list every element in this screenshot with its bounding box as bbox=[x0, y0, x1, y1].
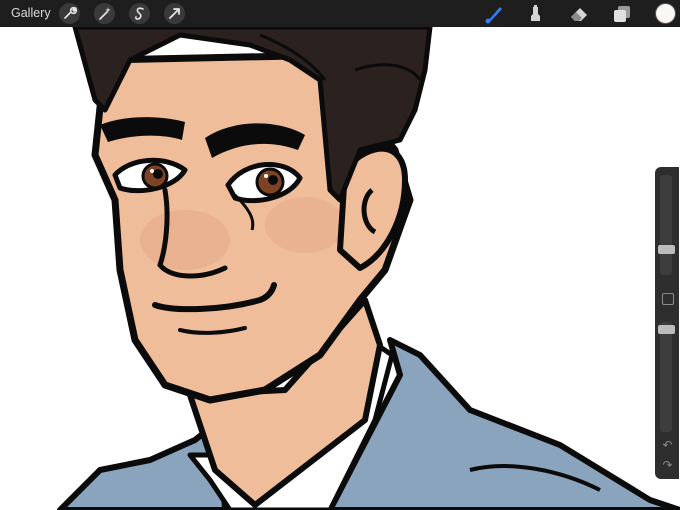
gallery-button[interactable]: Gallery bbox=[11, 6, 51, 20]
modify-button[interactable] bbox=[662, 293, 674, 305]
magic-wand-icon[interactable] bbox=[94, 3, 115, 24]
brush-size-handle[interactable] bbox=[658, 245, 675, 254]
blush-right bbox=[265, 197, 345, 253]
color-picker-button[interactable] bbox=[656, 4, 675, 23]
opacity-handle[interactable] bbox=[658, 325, 675, 334]
smudge-icon[interactable] bbox=[525, 3, 547, 25]
drawing-canvas[interactable] bbox=[0, 0, 680, 510]
wrench-icon[interactable] bbox=[59, 3, 80, 24]
sidebar: ↶ ↷ bbox=[655, 167, 679, 479]
top-toolbar: Gallery bbox=[0, 0, 680, 27]
transform-arrow-icon[interactable] bbox=[164, 3, 185, 24]
blush-left bbox=[140, 210, 230, 270]
brush-size-slider[interactable] bbox=[658, 175, 675, 275]
redo-icon[interactable]: ↷ bbox=[661, 459, 674, 472]
brush-icon[interactable] bbox=[483, 3, 505, 25]
opacity-slider[interactable] bbox=[658, 322, 675, 432]
selection-icon[interactable] bbox=[129, 3, 150, 24]
eraser-icon[interactable] bbox=[568, 3, 590, 25]
layers-icon[interactable] bbox=[611, 3, 633, 25]
undo-icon[interactable]: ↶ bbox=[661, 439, 674, 452]
